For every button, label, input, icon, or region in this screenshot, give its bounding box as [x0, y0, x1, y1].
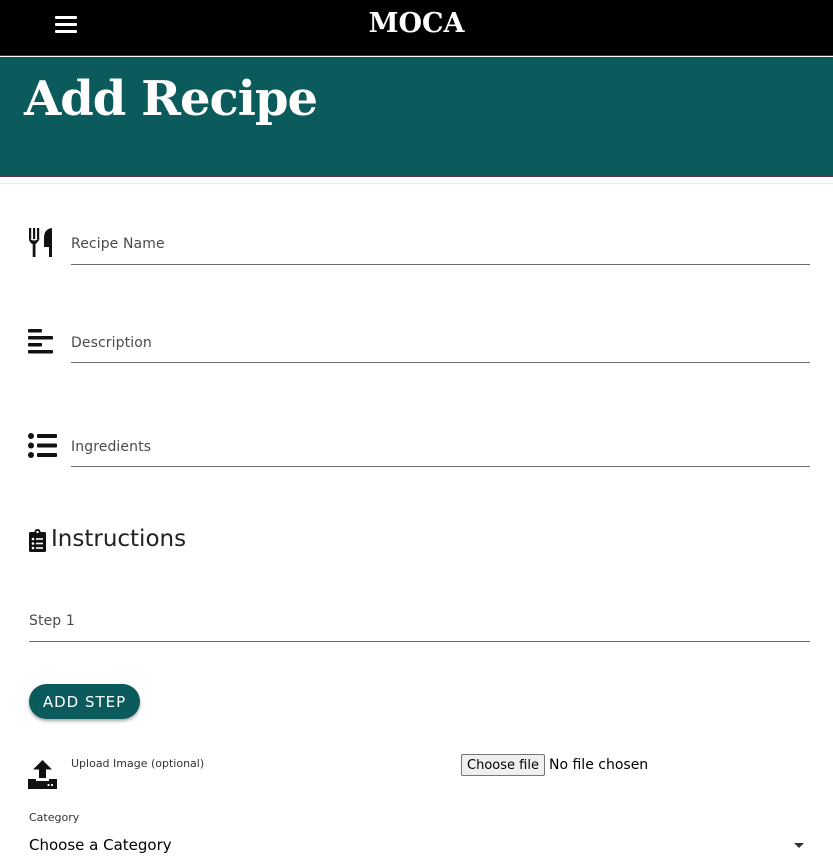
ingredients-underline [71, 466, 810, 467]
step-1-field: Step 1 [0, 605, 833, 645]
ingredients-field: Ingredients [0, 430, 833, 470]
step-1-input[interactable] [29, 605, 814, 640]
recipe-name-underline [71, 264, 810, 265]
description-underline [71, 362, 810, 363]
choose-file-button[interactable]: Choose file [461, 754, 545, 776]
recipe-name-input[interactable] [71, 226, 814, 264]
align-left-icon [28, 329, 53, 354]
step-1-underline [29, 641, 810, 642]
page-title: Add Recipe [24, 71, 318, 127]
utensils-icon [29, 228, 52, 257]
list-icon [28, 433, 57, 458]
category-label: Category [29, 811, 80, 824]
category-selected-value: Choose a Category [29, 836, 172, 854]
category-select[interactable]: Choose a Category [29, 834, 810, 858]
brand-logo[interactable]: MOCA [0, 8, 833, 39]
clipboard-list-icon [29, 529, 46, 552]
upload-image-label: Upload Image (optional) [71, 757, 205, 770]
page-header-banner: Add Recipe [0, 57, 833, 177]
description-field: Description [0, 325, 833, 365]
recipe-name-field: Recipe Name [0, 226, 833, 266]
add-step-button[interactable]: Add Step [29, 684, 140, 719]
upload-icon [28, 760, 57, 789]
caret-down-icon [794, 843, 804, 848]
instructions-heading: Instructions [51, 526, 187, 552]
description-input[interactable] [71, 325, 814, 361]
divider [0, 183, 833, 184]
ingredients-input[interactable] [71, 430, 814, 465]
top-navbar: MOCA [0, 0, 833, 56]
file-status-text: No file chosen [549, 757, 649, 773]
